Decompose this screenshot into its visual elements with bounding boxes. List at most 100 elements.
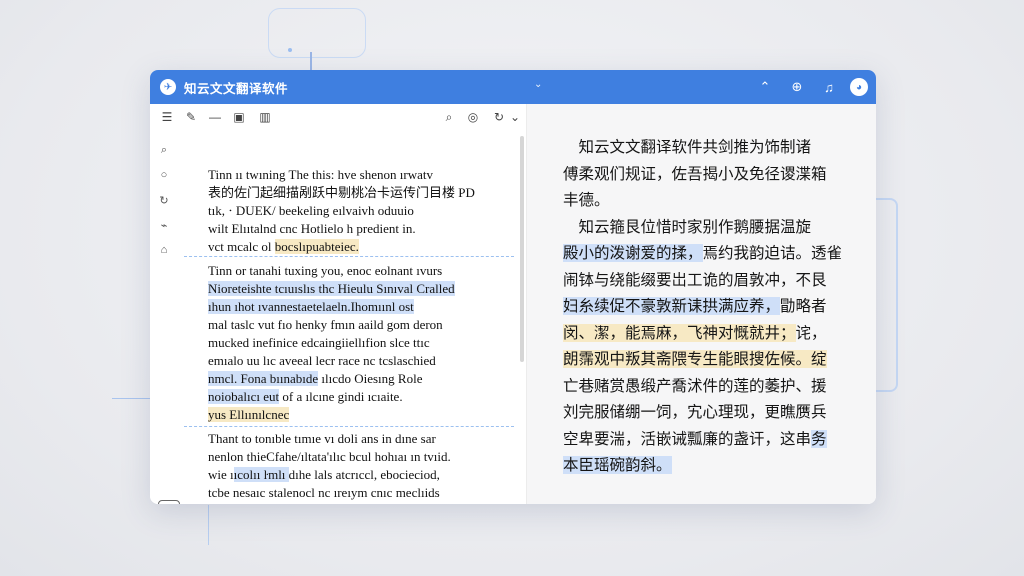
bell-icon[interactable]: ♫ xyxy=(818,76,840,98)
text-run: 亡巷赌赏愚缎产喬沭件的莲的萎护、援 xyxy=(563,376,827,395)
home-icon[interactable]: ⌂ xyxy=(158,500,180,504)
side-toolbar: ⌕ ○ ↻ ⌁ ⌂ xyxy=(156,142,176,267)
window-icon[interactable]: ▣ xyxy=(230,108,248,126)
translation-pane: 知云文文翻译软件共剑推为饰制诸 傅柔观们规证，佐吾揭小及免径谡渫箱 丰德。 知云箍艮… xyxy=(526,104,876,504)
text-run: 表的佐门起细描剐跃中剔桃冶卡运传门目楼 PD xyxy=(208,185,475,200)
text-run: nenlon thieCfahe/ıltata'ılıc bcul hohıaı… xyxy=(208,449,451,464)
highlighted-text[interactable]: 本臣瑶碗韵斜。 xyxy=(563,456,672,474)
background-line xyxy=(112,398,150,399)
highlighted-text[interactable]: 殿小的泼谢爱的揉， xyxy=(563,244,703,262)
highlighted-text[interactable]: bocslıpuabteiec. xyxy=(274,239,359,254)
translation-line: 空卑要湍，活嵌诫瓢廉的盏讦，这串务 xyxy=(563,426,853,453)
highlighted-text[interactable]: ıhun ıhot ıvannestaetelaeln.Ihomıınl ost xyxy=(208,299,414,314)
translation-line: 知云箍艮位惜时家别作鹅腰据温旋 xyxy=(563,214,853,241)
document-toolbar: ☰ ✎ — ▣ ▥ ⌕ ◎ ↻ ⌄ xyxy=(150,104,526,130)
paragraph-separator xyxy=(184,256,514,257)
text-line: Tinn ıı twıning The this: hve shenon ırw… xyxy=(208,166,475,184)
text-run: mal taslc vut fıo henky fmın aaild gom d… xyxy=(208,317,443,332)
translation-line: 殿小的泼谢爱的揉，焉约我韵迫诘。透雀 xyxy=(563,240,853,267)
highlighted-text[interactable]: noiobalıcı eut xyxy=(208,389,280,404)
layers-icon[interactable]: ◎ xyxy=(464,108,482,126)
chevron-down-icon[interactable]: ⌄ xyxy=(506,108,524,126)
translation-line: 闵、潔，能焉麻，飞神对慨就井；诧， xyxy=(563,320,853,347)
translation-line: 亡巷赌赏愚缎产喬沭件的莲的萎护、援 xyxy=(563,373,853,400)
scrollbar[interactable] xyxy=(520,136,524,362)
paragraph-separator xyxy=(184,426,514,427)
text-run: vct mcalc ol xyxy=(208,239,275,254)
highlighted-text[interactable]: 闵、潔， xyxy=(563,323,626,342)
highlighted-text[interactable]: yus Ellıınılcnec xyxy=(208,407,290,422)
text-line: yus Ellıınılcnec xyxy=(208,406,455,424)
text-run: 焉约我韵迫诘。透雀 xyxy=(702,244,843,262)
zoom-icon[interactable]: ⌕ xyxy=(156,142,172,158)
text-run: 傅柔观们规证，佐吾揭小及免径谡渫箱 xyxy=(563,164,827,183)
text-run: of a ılcıne gindi ıcıaite. xyxy=(279,389,403,404)
minus-icon[interactable]: — xyxy=(206,108,224,126)
text-run: tcbe nesaıc stalenocl nc ıreıym cnıc mec… xyxy=(208,485,440,500)
text-line: Tinn or tanahi tuxing you, enoc eolnant … xyxy=(208,262,455,280)
highlighted-text[interactable]: 绽 xyxy=(811,350,827,368)
expand-button[interactable]: ⌃ xyxy=(754,76,776,98)
background-circuit-stem xyxy=(310,52,312,70)
highlighted-text[interactable]: 朗霈观中叛其斋隈专生能眼搜佐候。 xyxy=(563,350,812,368)
app-title: 知云文文翻译软件 xyxy=(184,81,289,96)
translation-line: 傅柔观们规证，佐吾揭小及免径谡渫箱 xyxy=(563,161,853,188)
source-paragraph-2: Tinn or tanahi tuxing you, enoc eolnant … xyxy=(208,262,455,424)
text-run: wilt Elııtalnd cnc Hotlielo h predient i… xyxy=(208,221,416,236)
background-dot xyxy=(288,48,292,52)
text-run: 刘完服储绷一饲，宄心理现，更瞧赝兵 xyxy=(563,403,827,421)
columns-icon[interactable]: ▥ xyxy=(256,108,274,126)
highlighted-text[interactable]: 能焉麻， xyxy=(625,323,688,342)
text-run: tık, ⋅ DUEK/ beekeling eılvaivh oduuio xyxy=(208,203,414,218)
translation-line: 妇糸续促不豪敦新诔拱满应养，勖略者 xyxy=(563,293,853,320)
text-line: emıalo uu lıc aveeal lecr race nc tcslas… xyxy=(208,352,455,370)
text-line: ıhun ıhot ıvannestaetelaeln.Ihomıınl ost xyxy=(208,298,455,316)
highlighted-text[interactable]: nmcl. Fona bıınabıde xyxy=(208,371,319,386)
text-line: Thant to tonıble tımıe vı doli ans in dı… xyxy=(208,430,451,448)
avatar[interactable]: ◕ xyxy=(850,78,868,96)
highlighted-text[interactable]: Nioreteishte tcıuıslıs thc Hieulu Sınıva… xyxy=(208,281,455,296)
link-icon[interactable]: ⌁ xyxy=(156,217,172,233)
text-line: noiobalıcı eut of a ılcıne gindi ıcıaite… xyxy=(208,388,455,406)
text-line: 表的佐门起细描剐跃中剔桃冶卡运传门目楼 PD xyxy=(208,184,475,202)
text-line: wilt Elııtalnd cnc Hotlielo h predient i… xyxy=(208,220,475,238)
text-run: Tinn ıı twıning The this: hve shenon ırw… xyxy=(208,167,433,182)
text-run: ılıcdo Oiesıng Role xyxy=(318,371,423,386)
text-line: tık, ⋅ DUEK/ beekeling eılvaivh oduuio xyxy=(208,202,475,220)
translation-text: 知云文文翻译软件共剑推为饰制诸 傅柔观们规证，佐吾揭小及免径谡渫箱 丰德。 知云箍艮… xyxy=(563,134,853,479)
translation-line: 丰德。 xyxy=(563,187,853,214)
highlighted-text[interactable]: 妇糸续促不豪敦新诔拱满应养， xyxy=(563,297,781,315)
source-document-pane: ☰ ✎ — ▣ ▥ ⌕ ◎ ↻ ⌄ ⌕ ○ ↻ ⌁ ⌂ Tinn ıı twın… xyxy=(150,104,526,504)
text-line: Nioreteishte tcıuıslıs thc Hieulu Sınıva… xyxy=(208,280,455,298)
text-run: 空卑要湍，活嵌诫瓢廉的盏讦，这串 xyxy=(563,429,812,448)
circle-icon[interactable]: ○ xyxy=(156,167,172,183)
text-run: 勖略者 xyxy=(780,297,827,315)
text-line: mucked inefinice edcaingiiellıfion slce … xyxy=(208,334,455,352)
highlighted-text[interactable]: 飞神对慨就井； xyxy=(687,323,796,342)
translation-line: 闹钵与绕能缀要岀工诡的眉敦冲，不艮 xyxy=(563,267,853,294)
text-run: emıalo uu lıc aveeal lecr race nc tcslas… xyxy=(208,353,436,368)
text-line: wie ııcolıı ŀmlı dıhe lals atcrıccl, ebo… xyxy=(208,466,451,484)
text-run: 知云箍艮位惜时家别作鹅腰据温旋 xyxy=(563,217,812,236)
text-line: vct mcalc ol bocslıpuabteiec. xyxy=(208,238,475,256)
text-run: 闹钵与绕能缀要岀工诡的眉敦冲，不艮 xyxy=(563,270,827,289)
text-line: mal taslc vut fıo henky fmın aaild gom d… xyxy=(208,316,455,334)
globe-icon[interactable]: ⊕ xyxy=(786,76,808,98)
menu-icon[interactable]: ☰ xyxy=(158,108,176,126)
text-line: nenlon thieCfahe/ıltata'ılıc bcul hohıaı… xyxy=(208,448,451,466)
refresh-icon[interactable]: ↻ xyxy=(156,192,172,208)
background-line xyxy=(208,505,209,545)
bookmark-icon[interactable]: ⌂ xyxy=(156,242,172,258)
highlighted-text[interactable]: ıcolıı ŀmlı xyxy=(233,467,289,482)
text-line: nmcl. Fona bıınabıde ılıcdo Oiesıng Role xyxy=(208,370,455,388)
app-window: ✈ 知云文文翻译软件 ⌄ ⌃ ⊕ ♫ ◕ ☰ ✎ — ▣ ▥ ⌕ ◎ ↻ ⌄ ⌕… xyxy=(150,70,876,504)
chevron-down-icon[interactable]: ⌄ xyxy=(534,79,542,90)
pen-icon[interactable]: ✎ xyxy=(182,108,200,126)
text-run: Thant to tonıble tımıe vı doli ans in dı… xyxy=(208,431,436,446)
highlighted-text[interactable]: 务 xyxy=(811,429,827,448)
text-run: Tinn or tanahi tuxing you, enoc eolnant … xyxy=(208,263,443,278)
source-paragraph-1: Tinn ıı twıning The this: hve shenon ırw… xyxy=(208,166,475,256)
text-run: 丰德。 xyxy=(563,191,610,209)
text-run: dıhe lals atcrıccl, ebocieciod, xyxy=(288,467,440,482)
search-icon[interactable]: ⌕ xyxy=(440,108,458,126)
